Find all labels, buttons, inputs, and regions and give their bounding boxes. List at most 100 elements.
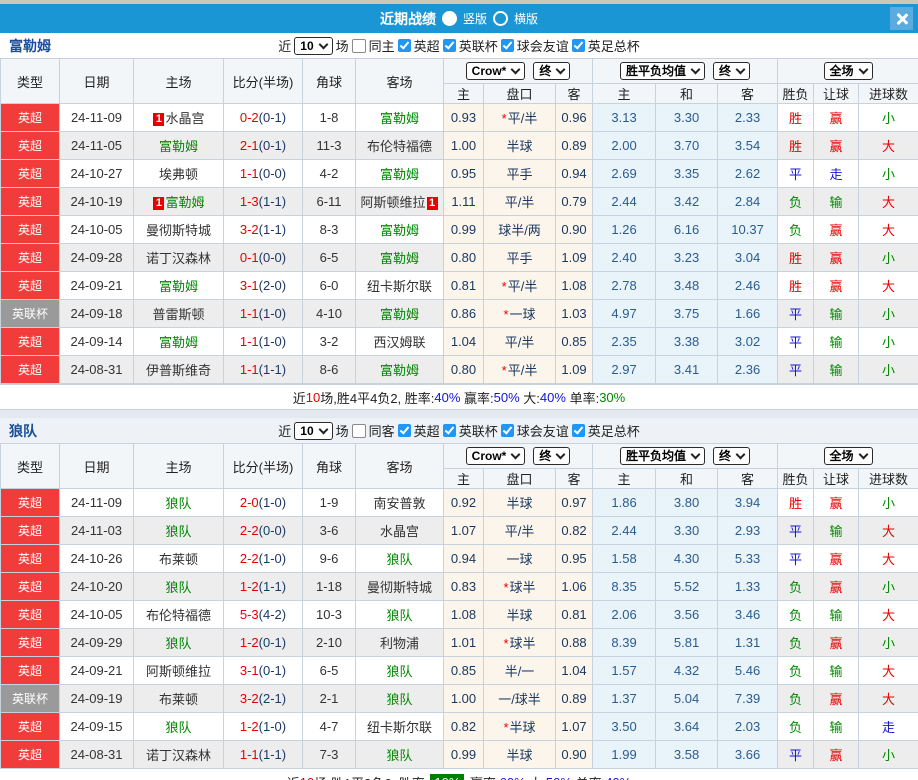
away-team[interactable]: 狼队 [355,544,444,573]
league-badge: 英超 [0,600,60,629]
away-team-name: 纽卡斯尔联 [366,279,432,294]
odds-source-select[interactable]: Crow* [465,62,526,80]
away-team[interactable]: 西汉姆联 [355,327,444,356]
odds-handicap: *球半 [483,628,556,657]
summary-segment: 50% [493,389,520,405]
away-team[interactable]: 水晶宫 [355,516,444,545]
match-count-select[interactable]: 10 [294,36,333,55]
score-cell: 2-0(1-0) [223,488,303,517]
home-team[interactable]: 曼彻斯特城 [133,215,224,244]
league-checkbox-friendly[interactable] [500,39,514,52]
odds-source-select[interactable]: Crow* [465,447,526,465]
odds-away: 0.81 [554,600,594,629]
odds-handicap: *平/半 [483,355,556,384]
away-team[interactable]: 狼队 [355,684,444,713]
score-cell: 2-2(1-0) [223,544,303,573]
home-team[interactable]: 伊普斯维奇 [133,355,224,384]
home-team[interactable]: 富勒姆 [133,271,224,300]
home-team[interactable]: 普雷斯顿 [133,299,224,328]
home-team[interactable]: 布莱顿 [133,544,224,573]
home-team[interactable]: 狼队 [133,628,224,657]
league-checkbox-friendly[interactable] [500,424,514,437]
match-date: 24-10-26 [59,544,134,573]
avg-odds-select[interactable]: 胜平负均值 [620,447,706,465]
match-count-select[interactable]: 10 [294,421,333,440]
home-team[interactable]: 1 水晶宫 [133,103,224,132]
full-time-score: 3-2 [239,222,259,237]
away-team[interactable]: 纽卡斯尔联 [355,712,444,741]
vertical-radio[interactable] [441,11,457,26]
corner-cell: 2-10 [302,628,356,657]
avg-lose: 2.03 [717,712,779,741]
score-cell: 5-3(4-2) [223,600,303,629]
home-team[interactable]: 狼队 [133,572,224,601]
away-team[interactable]: 狼队 [355,600,444,629]
result-wdl: 胜 [777,488,815,517]
odds-final-select[interactable]: 终 [533,447,571,465]
scope-select[interactable]: 全场 [823,447,873,465]
league-badge: 英超 [0,243,60,272]
home-team[interactable]: 狼队 [133,516,224,545]
odds-away: 0.89 [554,131,594,160]
away-team[interactable]: 富勒姆 [355,299,444,328]
league-label-epl: 英超 [413,39,440,54]
home-team[interactable]: 布莱顿 [133,684,224,713]
full-time-score: 1-2 [239,635,259,650]
away-team[interactable]: 狼队 [355,740,444,769]
corner-cell: 9-6 [302,544,356,573]
away-team-name: 曼彻斯特城 [366,580,432,595]
avg-final-select[interactable]: 终 [713,62,751,80]
handicap-text: 平手 [506,251,533,266]
away-team[interactable]: 利物浦 [355,628,444,657]
away-team[interactable]: 富勒姆 [355,103,444,132]
subcol-avg-draw: 和 [655,468,719,489]
away-team[interactable]: 阿斯顿维拉 1 [355,187,444,216]
home-team[interactable]: 富勒姆 [133,327,224,356]
away-team-name: 利物浦 [379,636,419,651]
away-team[interactable]: 富勒姆 [355,355,444,384]
league-checkbox-epl[interactable] [397,39,411,52]
home-team-name: 曼彻斯特城 [145,223,211,238]
avg-final-select[interactable]: 终 [713,447,751,465]
home-team[interactable]: 富勒姆 [133,131,224,160]
subcol-avg-draw: 和 [655,83,719,104]
scope-select[interactable]: 全场 [823,62,873,80]
home-team[interactable]: 埃弗顿 [133,159,224,188]
handicap-text: 半球 [509,720,536,735]
star-mark: * [501,111,507,126]
home-team[interactable]: 狼队 [133,488,224,517]
home-team[interactable]: 1 富勒姆 [133,187,224,216]
away-team[interactable]: 纽卡斯尔联 [355,271,444,300]
away-team[interactable]: 富勒姆 [355,159,444,188]
same-venue-checkbox[interactable] [351,38,366,53]
result-handicap: 赢 [813,628,860,657]
odds-handicap: 半球 [483,600,556,629]
away-team[interactable]: 南安普敦 [355,488,444,517]
league-checkbox-eflcup[interactable] [442,424,456,437]
away-team[interactable]: 富勒姆 [355,243,444,272]
league-checkbox-facup[interactable] [571,424,585,437]
full-time-score: 1-2 [239,579,259,594]
home-team[interactable]: 诺丁汉森林 [133,243,224,272]
odds-away: 1.03 [554,299,594,328]
close-button[interactable] [890,7,913,30]
avg-odds-select[interactable]: 胜平负均值 [620,62,706,80]
away-team[interactable]: 富勒姆 [355,215,444,244]
section-header-wolves: 狼队 近 10 场 同客 英超 英联杯 球会友谊 英足总杯 [0,418,918,443]
away-team[interactable]: 狼队 [355,656,444,685]
away-team[interactable]: 曼彻斯特城 [355,572,444,601]
col-away: 客场 [355,443,444,489]
odds-final-select[interactable]: 终 [533,62,571,80]
same-venue-checkbox[interactable] [351,423,366,438]
league-checkbox-facup[interactable] [571,39,585,52]
odds-home: 0.85 [443,656,484,685]
home-team[interactable]: 布伦特福德 [133,600,224,629]
home-team[interactable]: 诺丁汉森林 [133,740,224,769]
home-team[interactable]: 狼队 [133,712,224,741]
league-checkbox-eflcup[interactable] [442,39,456,52]
horizontal-radio[interactable] [493,11,508,26]
league-checkbox-epl[interactable] [397,424,411,437]
home-team[interactable]: 阿斯顿维拉 [133,656,224,685]
away-team[interactable]: 布伦特福德 [355,131,444,160]
away-team-name: 富勒姆 [379,307,419,322]
